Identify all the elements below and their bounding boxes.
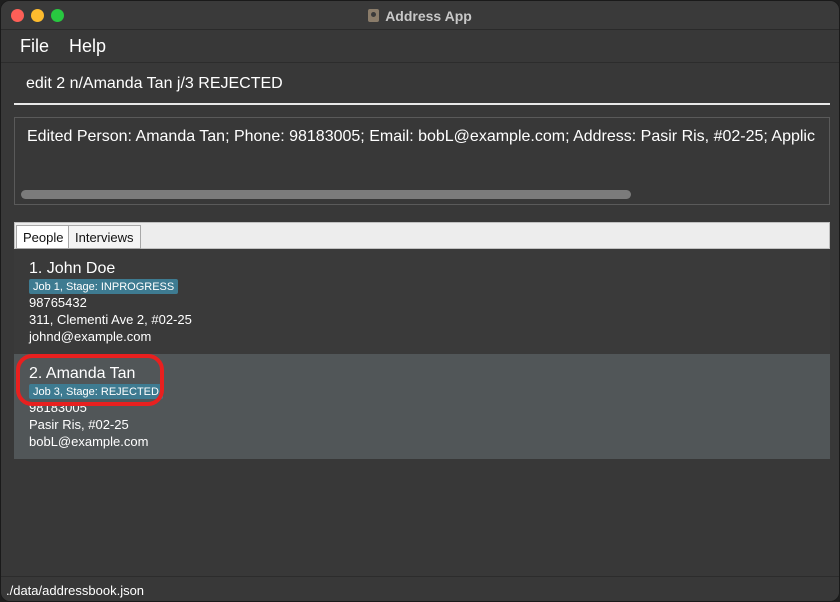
person-email: bobL@example.com — [29, 434, 149, 449]
menu-bar: File Help — [1, 30, 839, 63]
stage-tag: Job 1, Stage: INPROGRESS — [29, 279, 179, 294]
address-book-icon — [368, 9, 380, 22]
status-bar: ./data/addressbook.json — [1, 576, 839, 601]
person-name: 1. John Doe — [29, 260, 116, 277]
person-address: 311, Clementi Ave 2, #02-25 — [29, 312, 192, 327]
app-window: Address App File Help edit 2 n/Amanda Ta… — [0, 0, 840, 602]
command-input[interactable]: edit 2 n/Amanda Tan j/3 REJECTED — [14, 65, 830, 105]
person-card[interactable]: 1. John Doe Job 1, Stage: INPROGRESS 987… — [14, 249, 830, 354]
person-phone: 98765432 — [29, 295, 87, 310]
annotation-circle — [16, 354, 164, 406]
result-message: Edited Person: Amanda Tan; Phone: 981830… — [27, 128, 815, 145]
person-address: Pasir Ris, #02-25 — [29, 417, 129, 432]
menu-file[interactable]: File — [20, 36, 49, 57]
tab-interviews[interactable]: Interviews — [68, 225, 141, 249]
result-display[interactable]: Edited Person: Amanda Tan; Phone: 981830… — [14, 117, 830, 205]
title-bar[interactable]: Address App — [1, 1, 839, 30]
window-title: Address App — [385, 7, 472, 24]
horizontal-scrollbar[interactable] — [21, 190, 631, 199]
tab-bar: People Interviews — [14, 222, 830, 249]
save-location: ./data/addressbook.json — [6, 582, 145, 598]
menu-help[interactable]: Help — [69, 36, 106, 57]
window-title-group: Address App — [1, 1, 839, 30]
tab-people[interactable]: People — [16, 225, 71, 249]
person-email: johnd@example.com — [29, 329, 152, 344]
